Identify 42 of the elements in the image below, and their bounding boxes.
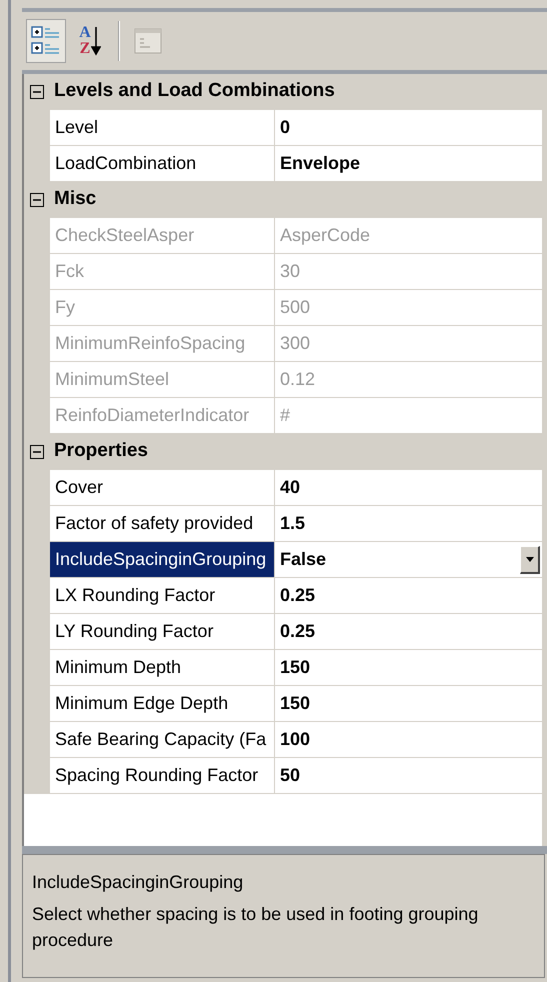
property-name[interactable]: LoadCombination (50, 146, 275, 182)
property-value: 30 (280, 260, 300, 283)
property-value: 100 (280, 728, 310, 751)
collapse-icon[interactable] (30, 444, 44, 458)
category-title: Levels and Load Combinations (53, 79, 335, 104)
caret-icon (526, 556, 534, 562)
property-name[interactable]: Minimum Depth (50, 650, 275, 686)
collapse-icon[interactable] (30, 192, 44, 206)
property-value: 1.5 (280, 512, 306, 535)
property-name[interactable]: Factor of safety provided (50, 506, 275, 542)
categorized-view-button[interactable] (26, 19, 66, 63)
property-value: 40 (280, 476, 300, 499)
property-name[interactable]: IncludeSpacinginGrouping (50, 542, 275, 578)
property-value: 500 (280, 296, 310, 319)
property-value: 0.12 (280, 368, 316, 391)
description-title: IncludeSpacinginGrouping (32, 871, 244, 894)
property-name[interactable]: Safe Bearing Capacity (Fa (50, 722, 275, 758)
property-name[interactable]: Level (50, 110, 275, 146)
property-value: False (280, 548, 326, 571)
dropdown-button[interactable] (520, 546, 540, 574)
category-title: Properties (53, 439, 148, 464)
property-name[interactable]: Spacing Rounding Factor (50, 758, 275, 794)
property-name[interactable]: LX Rounding Factor (50, 578, 275, 614)
property-value: 0.25 (280, 620, 316, 643)
property-value: AsperCode (280, 224, 370, 247)
property-value: 150 (280, 692, 310, 715)
sort-az-button[interactable]: A Z (70, 19, 110, 63)
category-title: Misc (53, 187, 96, 212)
property-pages-icon (133, 26, 163, 56)
row-gutter (24, 758, 50, 794)
property-value: 150 (280, 656, 310, 679)
property-name[interactable]: Cover (50, 470, 275, 506)
property-value: Envelope (280, 152, 360, 175)
description-text: Select whether spacing is to be used in footing grouping procedure (32, 903, 480, 952)
property-value: # (280, 404, 290, 427)
property-value: 300 (280, 332, 310, 355)
property-value: 50 (280, 764, 300, 787)
collapse-icon[interactable] (30, 84, 44, 98)
property-value: 0 (280, 116, 290, 139)
property-value: 0.25 (280, 584, 316, 607)
property-name[interactable]: Minimum Edge Depth (50, 686, 275, 722)
property-name[interactable]: LY Rounding Factor (50, 614, 275, 650)
